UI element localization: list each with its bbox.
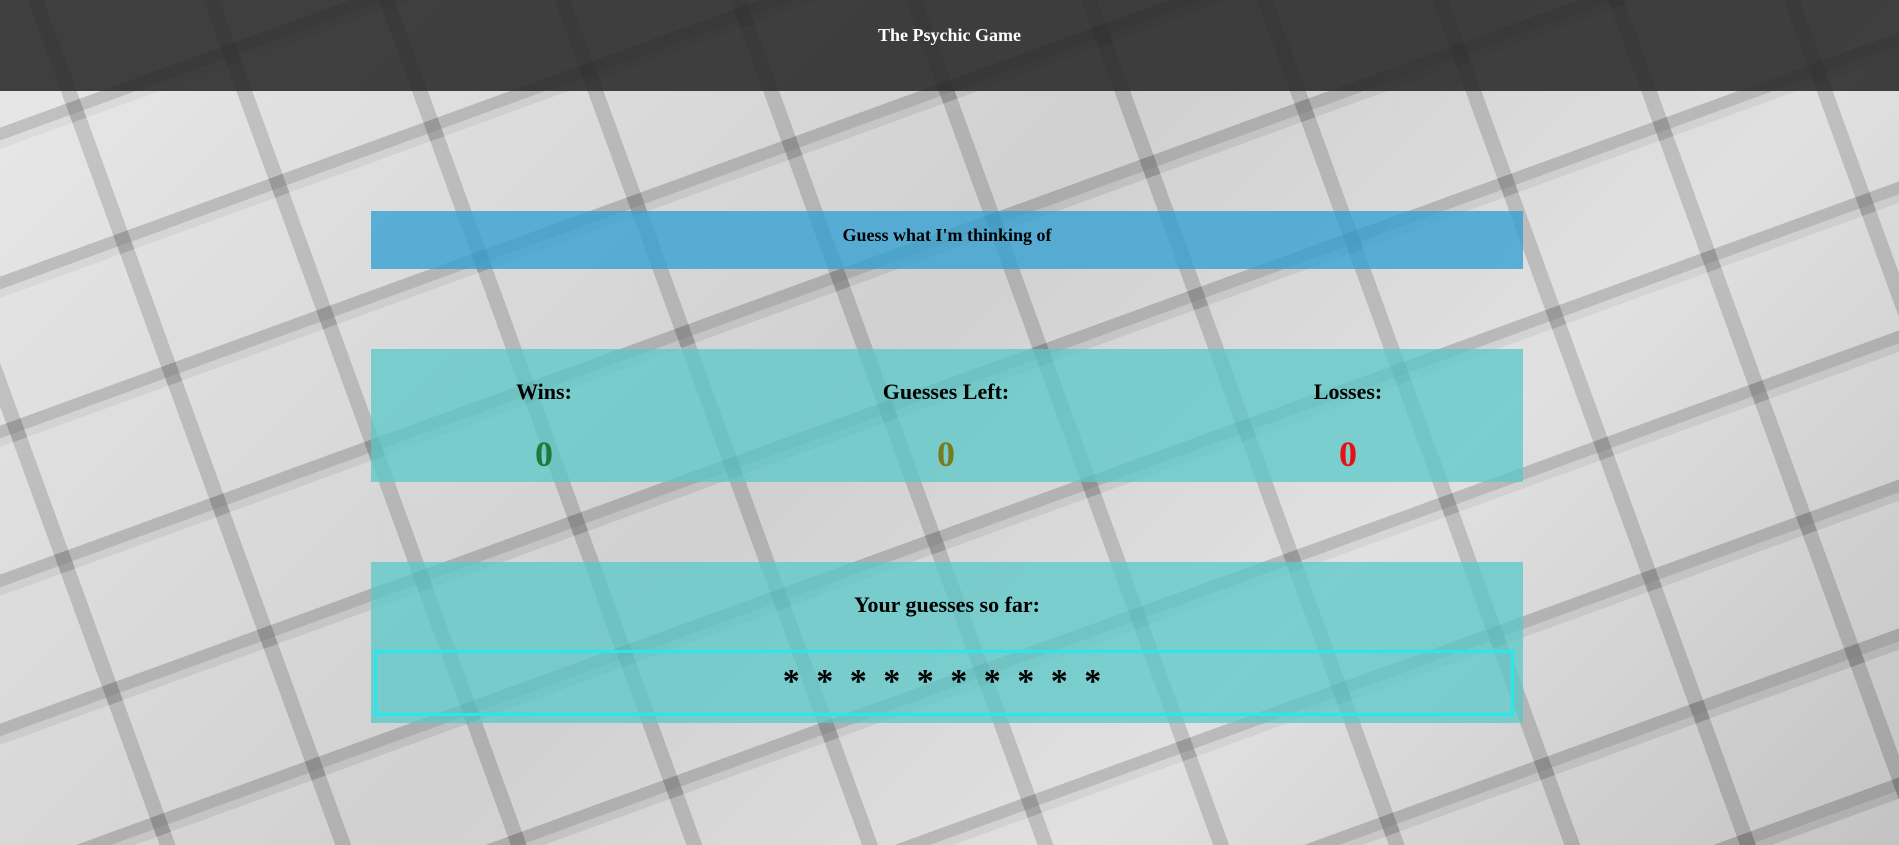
guesses-left-label: Guesses Left: — [882, 379, 1010, 404]
stats-panel: Wins: 0 Guesses Left: 0 Losses: 0 — [371, 349, 1523, 482]
guesses-label: Your guesses so far: — [854, 592, 1040, 617]
guesses-left-stat: Guesses Left: 0 — [816, 379, 1076, 475]
losses-value: 0 — [1339, 434, 1357, 474]
losses-stat: Losses: 0 — [1218, 379, 1478, 475]
wins-value: 0 — [535, 434, 553, 474]
top-bar: The Psychic Game — [0, 0, 1899, 91]
prompt-panel: Guess what I'm thinking of — [371, 211, 1523, 269]
guesses-left-value: 0 — [937, 434, 955, 474]
app-title: The Psychic Game — [878, 25, 1021, 45]
guesses-display: * * * * * * * * * * — [374, 650, 1514, 716]
guesses-value: * * * * * * * * * * — [782, 663, 1106, 700]
wins-stat: Wins: 0 — [414, 379, 674, 475]
guesses-panel: Your guesses so far: * * * * * * * * * * — [371, 562, 1523, 723]
wins-label: Wins: — [516, 379, 572, 404]
losses-label: Losses: — [1313, 379, 1383, 404]
prompt-text: Guess what I'm thinking of — [842, 225, 1052, 245]
